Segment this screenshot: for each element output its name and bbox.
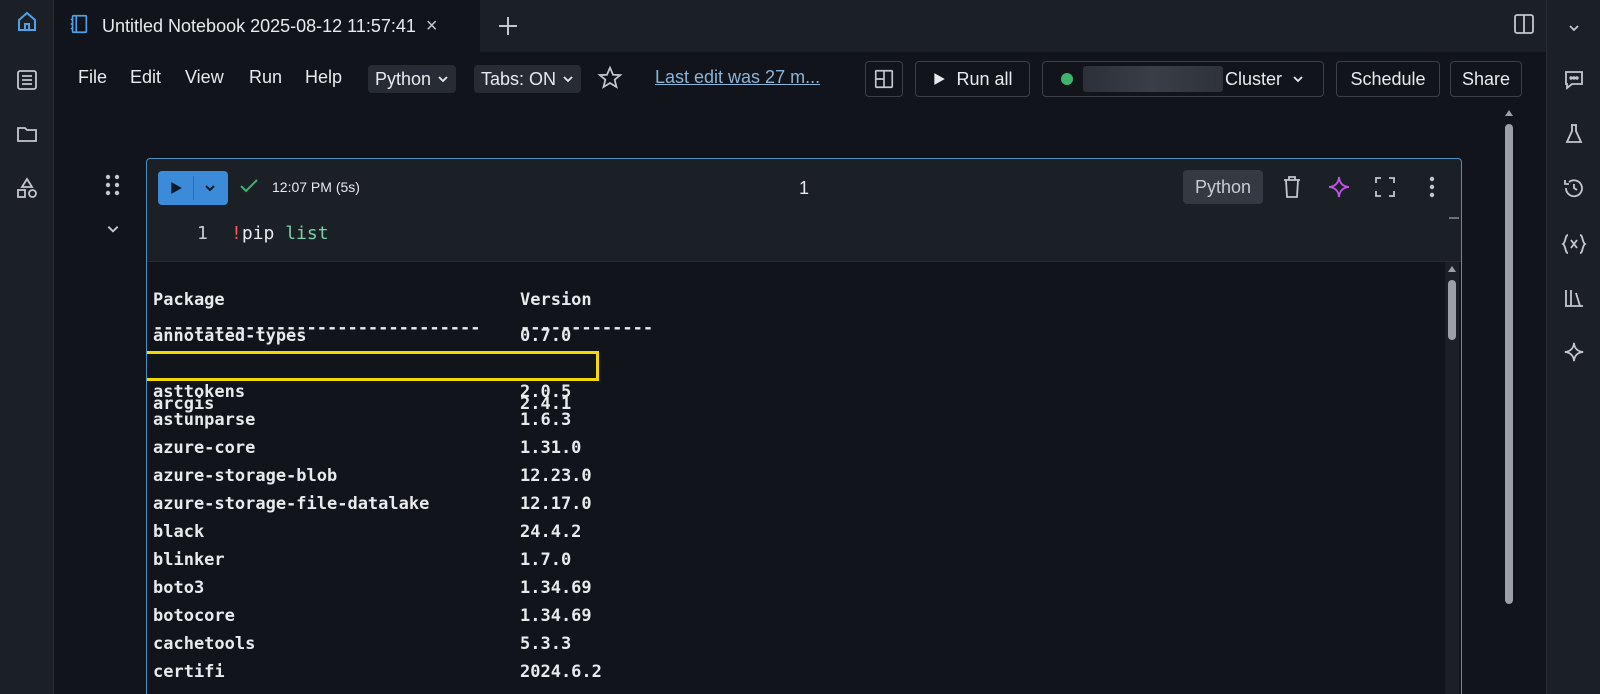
cluster-selector[interactable]: Cluster: [1042, 61, 1324, 97]
check-icon: [239, 177, 259, 200]
play-icon: [934, 73, 946, 85]
menu-bar: File Edit View Run Help Python Tabs: ON …: [54, 52, 1546, 106]
collapse-cell-icon[interactable]: [104, 220, 122, 241]
chevron-down-icon: [1293, 76, 1303, 83]
more-options-icon[interactable]: [1419, 174, 1445, 200]
experiment-flask-icon[interactable]: [1558, 118, 1590, 150]
drag-handle-icon[interactable]: [104, 174, 122, 201]
line-number: 1: [197, 223, 208, 244]
table-row-highlighted: arcgis 2.4.1: [147, 351, 599, 414]
share-label: Share: [1461, 68, 1511, 89]
menu-help[interactable]: Help: [305, 67, 342, 88]
comments-icon[interactable]: [1558, 64, 1590, 96]
share-button[interactable]: Share: [1450, 61, 1522, 97]
shapes-icon[interactable]: [11, 172, 43, 204]
editor-scrollbar[interactable]: [1449, 217, 1459, 245]
cell-output: Package Version -------------------------…: [147, 261, 1461, 694]
tab-notebook[interactable]: Untitled Notebook 2025-08-12 11:57:41 ×: [54, 0, 480, 52]
assistant-sparkle-icon[interactable]: [1558, 336, 1590, 368]
menu-view[interactable]: View: [185, 67, 224, 88]
highlight-box: [147, 351, 599, 381]
tab-title: Untitled Notebook 2025-08-12 11:57:41: [102, 15, 416, 36]
layout-grid-icon: [874, 69, 894, 89]
chevron-down-icon[interactable]: [203, 182, 217, 194]
scroll-up-icon[interactable]: [1504, 108, 1514, 118]
output-scroll-thumb[interactable]: [1448, 280, 1456, 340]
cluster-status-dot: [1061, 73, 1073, 85]
code-editor[interactable]: 1 !pip list: [147, 217, 1461, 261]
schedule-label: Schedule: [1350, 68, 1426, 89]
notebook-icon: [68, 13, 90, 40]
notebook-scroll-thumb[interactable]: [1505, 124, 1513, 604]
output-header-row: Package Version: [153, 290, 592, 310]
cluster-name-redacted: [1083, 66, 1223, 92]
split-view-icon[interactable]: [1512, 12, 1536, 41]
language-dropdown[interactable]: Python: [368, 65, 457, 93]
notebook-canvas: 12:07 PM (5s) 1 Python 1 !pip list Packa: [54, 106, 1546, 694]
run-all-button[interactable]: Run all: [915, 61, 1030, 97]
execution-time: 12:07 PM (5s): [272, 179, 360, 195]
home-icon[interactable]: [11, 6, 43, 38]
output-divider-row: -------------------------------- --------…: [153, 318, 654, 338]
output-scrollbar[interactable]: [1445, 262, 1459, 694]
run-cell-button[interactable]: [158, 171, 228, 205]
chevron-down-icon[interactable]: [1558, 12, 1590, 44]
history-icon[interactable]: [1558, 172, 1590, 204]
scroll-up-icon[interactable]: [1447, 264, 1457, 274]
language-label: Python: [375, 68, 432, 89]
chevron-down-icon: [563, 76, 573, 83]
menu-run[interactable]: Run: [249, 67, 282, 88]
code-text[interactable]: !pip list: [231, 223, 329, 244]
star-icon[interactable]: [597, 65, 623, 96]
play-icon: [171, 182, 182, 194]
folder-icon[interactable]: [11, 118, 43, 150]
chevron-down-icon: [438, 76, 448, 83]
ai-assistant-icon[interactable]: [1326, 174, 1352, 200]
right-rail: [1546, 0, 1600, 694]
add-tab-icon[interactable]: [492, 10, 524, 42]
notebook-scrollbar[interactable]: [1502, 106, 1516, 694]
schedule-button[interactable]: Schedule: [1336, 61, 1440, 97]
cluster-label: Cluster: [1225, 68, 1283, 89]
cell-language-badge[interactable]: Python: [1183, 170, 1263, 204]
run-button-divider: [193, 176, 194, 200]
tabs-toggle-dropdown[interactable]: Tabs: ON: [474, 65, 582, 93]
last-edit-link[interactable]: Last edit was 27 m...: [655, 67, 820, 88]
run-all-label: Run all: [956, 68, 1013, 89]
menu-file[interactable]: File: [78, 67, 107, 88]
tab-bar: Untitled Notebook 2025-08-12 11:57:41 ×: [54, 0, 1546, 52]
workspace-list-icon[interactable]: [11, 64, 43, 96]
code-cell[interactable]: 12:07 PM (5s) 1 Python 1 !pip list Packa: [146, 158, 1462, 694]
left-rail: [0, 0, 54, 694]
library-icon[interactable]: [1558, 282, 1590, 314]
cell-header: 12:07 PM (5s) 1 Python: [147, 159, 1461, 215]
trash-icon[interactable]: [1279, 174, 1305, 200]
close-tab-icon[interactable]: ×: [426, 15, 438, 38]
expand-icon[interactable]: [1372, 174, 1398, 200]
menu-edit[interactable]: Edit: [130, 67, 161, 88]
variables-icon[interactable]: [1558, 228, 1590, 260]
cell-number: 1: [799, 178, 810, 198]
layout-button[interactable]: [865, 61, 903, 97]
tabs-label: Tabs: ON: [481, 68, 557, 89]
